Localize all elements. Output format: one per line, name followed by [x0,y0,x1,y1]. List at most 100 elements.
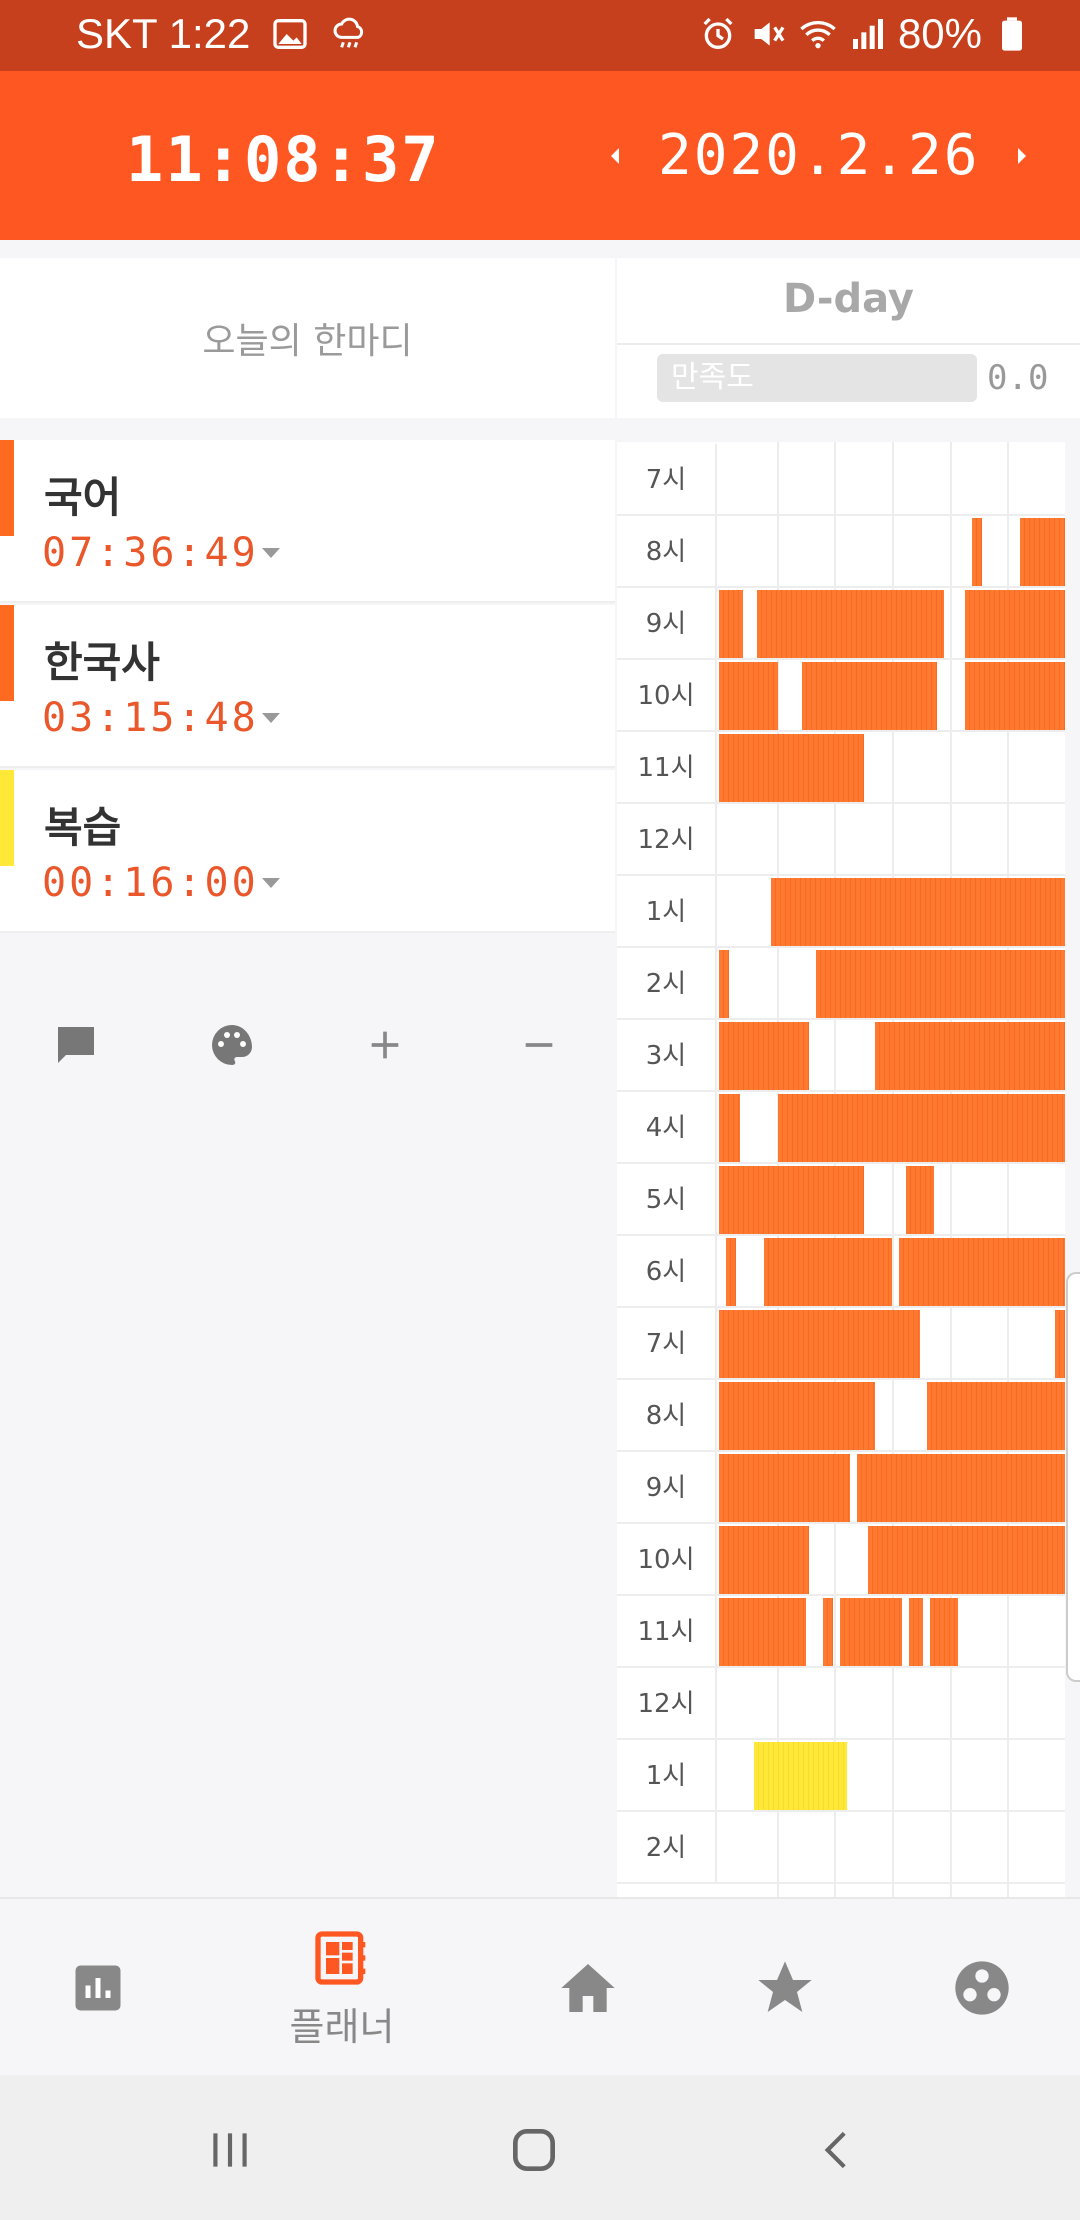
subject-actions [0,1010,615,1080]
subject-item[interactable]: 복습 00:16:00 [0,770,615,933]
study-block [725,1238,737,1306]
satisfaction-bar[interactable]: 만족도 [657,354,977,402]
hour-grid[interactable] [719,1596,1065,1668]
hour-grid[interactable] [719,1380,1065,1452]
timetable-row[interactable]: 10시 [617,660,1065,732]
hour-label: 11시 [617,732,717,804]
hour-grid[interactable] [719,1236,1065,1308]
timetable-row[interactable]: 7시 [617,444,1065,516]
timetable-row[interactable]: 9시 [617,1452,1065,1524]
nav-planner-label: 플래너 [289,2004,395,2049]
timetable-row[interactable]: 11시 [617,732,1065,804]
bottom-navigation: 플래너 [0,1897,1080,2075]
study-block [874,1022,1065,1090]
study-block [909,1598,924,1666]
current-date[interactable]: 2020.2.26 [658,123,979,188]
home-button[interactable] [494,2115,574,2185]
alarm-icon [703,17,733,50]
timetable-row[interactable]: 9시 [617,588,1065,660]
nav-planner[interactable]: 플래너 [252,1899,432,2077]
weather-rain-icon [333,17,364,48]
dropdown-arrow-icon[interactable] [262,878,280,888]
daily-motto[interactable]: 오늘의 한마디 [0,258,615,418]
study-block [930,1598,958,1666]
recent-apps-button[interactable] [190,2115,270,2185]
hour-label: 8시 [617,1380,717,1452]
home-icon [561,1964,615,2012]
nav-home[interactable] [498,1899,678,2077]
hour-grid[interactable] [719,1020,1065,1092]
hour-grid[interactable] [719,1308,1065,1380]
remove-subject-button[interactable] [509,1010,569,1080]
hour-label: 10시 [617,660,717,732]
status-bar: SKT 1:22 80% [0,0,1080,71]
subject-time: 07:36:49 [42,530,259,576]
hour-label: 9시 [617,588,717,660]
hour-grid[interactable] [719,588,1065,660]
timetable-row[interactable]: 2시 [617,1812,1065,1884]
timetable-row[interactable]: 4시 [617,1092,1065,1164]
timetable-row[interactable]: 8시 [617,1380,1065,1452]
hour-label: 8시 [617,516,717,588]
study-block [802,662,937,730]
study-block [777,1094,1065,1162]
add-subject-button[interactable] [355,1010,415,1080]
timetable-row[interactable]: 3시 [617,1020,1065,1092]
hour-label: 3시 [617,1020,717,1092]
nav-favorites[interactable] [695,1899,875,2077]
subject-color-marker [0,440,14,536]
hour-grid[interactable] [719,444,1065,516]
timetable-row[interactable]: 7시 [617,1308,1065,1380]
palette-button[interactable] [202,1010,262,1080]
satisfaction-label: 만족도 [671,360,754,395]
minus-icon [525,1043,553,1047]
dropdown-arrow-icon[interactable] [262,713,280,723]
timetable-row[interactable]: 12시 [617,804,1065,876]
timetable-row[interactable]: 2시 [617,948,1065,1020]
timetable-row[interactable]: 12시 [617,1668,1065,1740]
hour-grid[interactable] [719,732,1065,804]
timetable-row[interactable]: 10시 [617,1524,1065,1596]
hour-grid[interactable] [719,1524,1065,1596]
study-block [770,878,1065,946]
hour-grid[interactable] [719,516,1065,588]
hour-grid[interactable] [719,1164,1065,1236]
daily-motto-text: 오늘의 한마디 [202,321,413,362]
timetable-row[interactable]: 11시 [617,1596,1065,1668]
hour-grid[interactable] [719,876,1065,948]
study-block [815,950,1065,1018]
dropdown-arrow-icon[interactable] [262,548,280,558]
subject-item[interactable]: 한국사 03:15:48 [0,605,615,768]
prev-date-icon[interactable] [600,144,630,168]
timetable-scroll-handle[interactable] [1066,1272,1080,1682]
back-button[interactable] [798,2115,878,2185]
timetable-row[interactable]: 6시 [617,1236,1065,1308]
hour-grid[interactable] [719,1668,1065,1740]
subject-item[interactable]: 국어 07:36:49 [0,440,615,603]
nav-group[interactable] [892,1899,1072,2077]
subject-time: 00:16:00 [42,860,259,906]
battery-icon [1002,17,1022,51]
hour-grid[interactable] [719,948,1065,1020]
hour-grid[interactable] [719,804,1065,876]
dday-card[interactable]: D-day 만족도 0.0 [617,258,1080,418]
study-timetable[interactable]: 7시 8시 9시 10시 11시 12시 1시 2시 3시 4시 5시 6시 7시 8시 9시 10시 11시 1… [617,442,1065,1897]
timetable-row[interactable]: 5시 [617,1164,1065,1236]
study-block [719,590,744,658]
timetable-row[interactable]: 1시 [617,1740,1065,1812]
study-block [971,518,982,586]
hour-grid[interactable] [719,660,1065,732]
next-date-icon[interactable] [1007,144,1037,168]
timetable-row[interactable]: 1시 [617,876,1065,948]
satisfaction-value: 0.0 [987,358,1049,398]
hour-grid[interactable] [719,1812,1065,1884]
timetable-row[interactable]: 8시 [617,516,1065,588]
comment-button[interactable] [46,1010,106,1080]
hour-grid[interactable] [719,1452,1065,1524]
study-block [822,1598,834,1666]
hour-label: 10시 [617,1524,717,1596]
hour-grid[interactable] [719,1740,1065,1812]
subject-name: 국어 [44,473,122,522]
hour-grid[interactable] [719,1092,1065,1164]
nav-stats[interactable] [8,1899,188,2077]
